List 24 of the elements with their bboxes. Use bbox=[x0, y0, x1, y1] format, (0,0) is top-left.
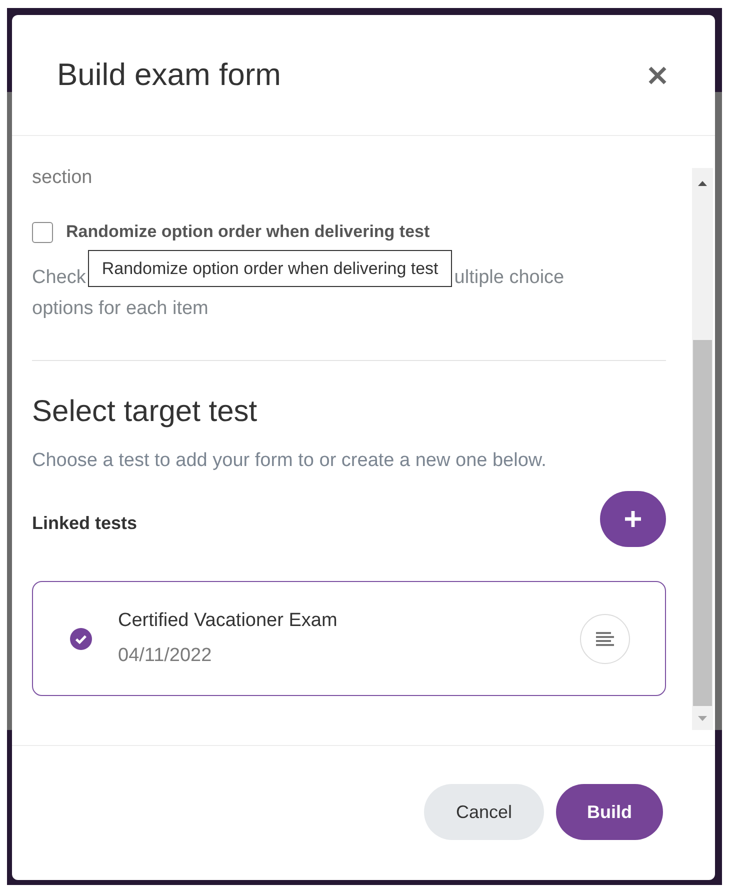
description-text: Check bbox=[32, 266, 86, 290]
description-text: options for each item bbox=[32, 297, 208, 321]
close-icon[interactable] bbox=[648, 66, 667, 84]
section-subtitle: Choose a test to add your form to or create a new one below. bbox=[32, 449, 548, 473]
scrollbar[interactable] bbox=[692, 168, 713, 730]
text-lines-icon bbox=[596, 632, 614, 646]
description-text: section bbox=[32, 166, 94, 190]
build-button[interactable]: Build bbox=[556, 784, 663, 840]
checkbox-label: Randomize option order when delivering test bbox=[66, 221, 430, 243]
linked-test-card[interactable]: Certified Vacationer Exam 04/11/2022 bbox=[32, 581, 666, 696]
lines-button[interactable] bbox=[580, 614, 630, 664]
section-heading: Select target test bbox=[32, 394, 258, 430]
scrollbar-thumb[interactable] bbox=[693, 340, 712, 706]
plus-icon bbox=[625, 511, 641, 527]
dialog-title: Build exam form bbox=[57, 56, 281, 94]
scroll-up-icon[interactable] bbox=[698, 180, 707, 186]
checkbox[interactable] bbox=[32, 222, 53, 242]
linked-tests-label: Linked tests bbox=[32, 512, 138, 535]
test-date: 04/11/2022 bbox=[118, 644, 212, 668]
tooltip: Randomize option order when delivering test bbox=[88, 250, 452, 287]
description-text: ultiple choice bbox=[454, 266, 564, 290]
cancel-button[interactable]: Cancel bbox=[424, 784, 544, 840]
test-name: Certified Vacationer Exam bbox=[118, 609, 338, 633]
check-circle-icon bbox=[70, 628, 92, 650]
